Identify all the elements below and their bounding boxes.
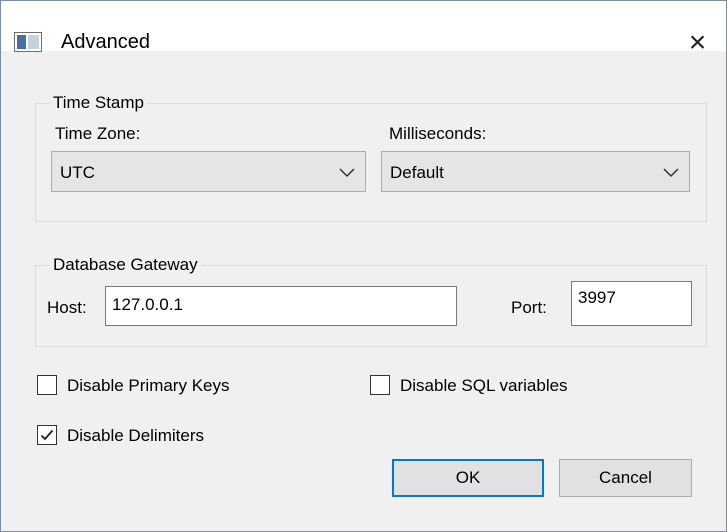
title-bar: Advanced × <box>1 1 726 58</box>
database-gateway-group-label: Database Gateway <box>50 255 201 275</box>
advanced-dialog: Advanced × Time Stamp Time Zone: UTC Mil… <box>0 0 727 532</box>
milliseconds-label: Milliseconds: <box>389 124 487 143</box>
time-zone-dropdown[interactable]: UTC <box>51 151 366 192</box>
milliseconds-dropdown[interactable]: Default <box>381 151 690 192</box>
time-stamp-group-label: Time Stamp <box>50 93 148 113</box>
checkmark-icon <box>40 429 54 441</box>
disable-sql-variables-label[interactable]: Disable SQL variables <box>400 376 568 396</box>
disable-sql-variables-checkbox[interactable] <box>370 375 390 395</box>
chevron-down-icon <box>339 168 355 178</box>
close-icon: × <box>688 26 707 59</box>
host-input[interactable]: 127.0.0.1 <box>105 286 457 326</box>
chevron-down-icon <box>663 168 679 178</box>
time-zone-label: Time Zone: <box>55 124 141 143</box>
window-icon <box>14 32 42 52</box>
cancel-button-label: Cancel <box>599 468 652 487</box>
port-value: 3997 <box>578 288 616 307</box>
port-input[interactable]: 3997 <box>571 281 692 326</box>
ok-button-label: OK <box>455 468 481 487</box>
disable-primary-keys-label[interactable]: Disable Primary Keys <box>67 376 230 396</box>
ok-button[interactable]: OK <box>392 459 544 497</box>
disable-delimiters-checkbox[interactable] <box>37 425 57 445</box>
port-label: Port: <box>511 298 547 317</box>
disable-delimiters-label[interactable]: Disable Delimiters <box>67 426 204 446</box>
host-value: 127.0.0.1 <box>112 295 183 314</box>
dialog-title: Advanced <box>61 31 150 53</box>
host-label: Host: <box>47 298 87 317</box>
time-zone-value: UTC <box>60 163 95 182</box>
cancel-button[interactable]: Cancel <box>559 459 692 497</box>
disable-primary-keys-checkbox[interactable] <box>37 375 57 395</box>
milliseconds-value: Default <box>390 163 444 182</box>
close-button[interactable]: × <box>669 19 726 67</box>
